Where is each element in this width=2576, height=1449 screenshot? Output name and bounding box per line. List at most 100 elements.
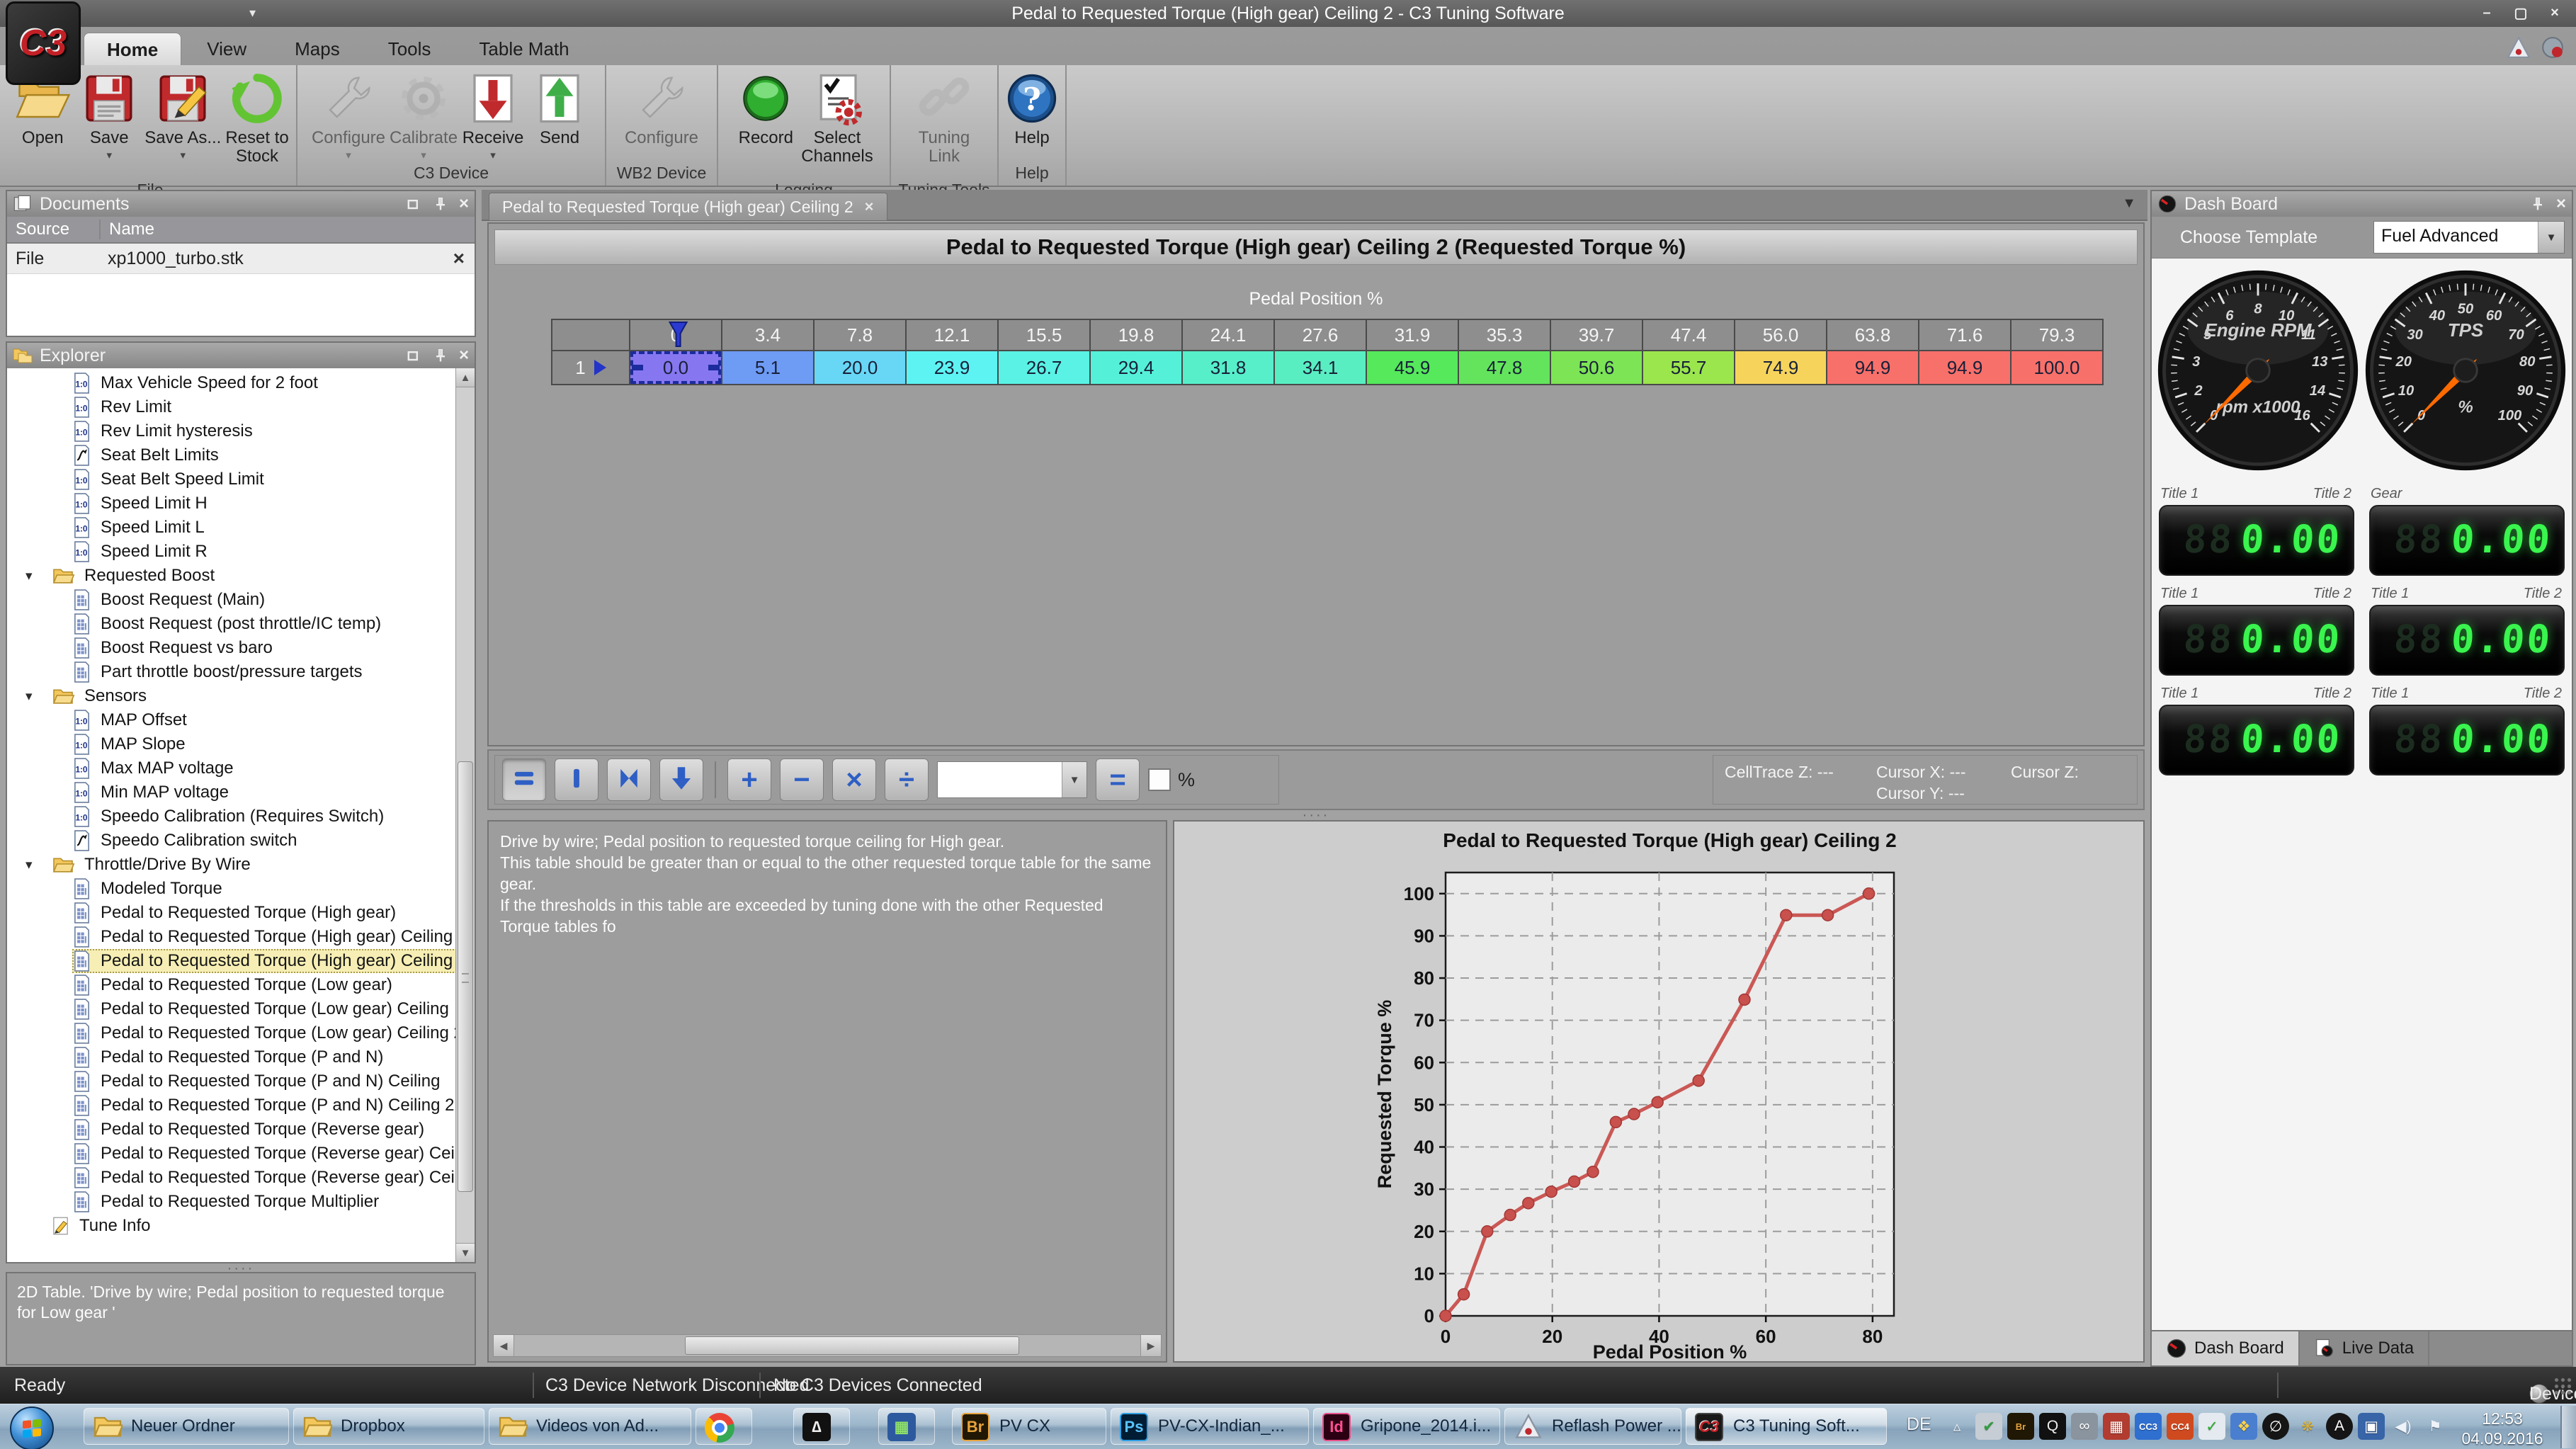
main-splitter[interactable]: ····: [487, 812, 2145, 819]
documents-panel-header[interactable]: Documents ×: [7, 191, 475, 217]
tree-item-min-map-voltage[interactable]: 1:0Min MAP voltage: [72, 780, 239, 805]
chevron-expanded-icon[interactable]: ▾: [25, 688, 51, 705]
save-button[interactable]: Save▾: [78, 67, 140, 179]
table-cell-31.9[interactable]: 45.9: [1367, 350, 1459, 385]
network-tray-icon[interactable]: ▣: [2358, 1413, 2385, 1440]
column-header-19.8[interactable]: 19.8: [1091, 319, 1183, 350]
tree-item-part-throttle-boost-pressure-targets[interactable]: Part throttle boost/pressure targets: [72, 660, 373, 684]
tab-maps[interactable]: Maps: [272, 33, 363, 65]
table-cell-79.3[interactable]: 100.0: [2012, 350, 2104, 385]
fill-down-button[interactable]: [659, 758, 703, 801]
document-row[interactable]: File xp1000_turbo.stk ×: [7, 244, 475, 274]
dashboard-header[interactable]: Dash Board ×: [2152, 191, 2572, 217]
tree-item-speedo-calibration-requires-switch[interactable]: 1:0Speedo Calibration (Requires Switch): [72, 805, 394, 829]
bridge-tray-icon[interactable]: Br: [2007, 1413, 2034, 1440]
tree-item-seat-belt-limits[interactable]: Seat Belt Limits: [72, 443, 229, 467]
tree-item-tune-info[interactable]: Tune Info: [25, 1214, 161, 1238]
close-tab-icon[interactable]: ×: [865, 198, 874, 216]
tree-item-pedal-to-requested-torque-low-gear[interactable]: Pedal to Requested Torque (Low gear): [72, 973, 402, 997]
table-cell-63.8[interactable]: 94.9: [1827, 350, 1919, 385]
reflash-tray-icon[interactable]: ▵: [1944, 1413, 1970, 1440]
name-column-header[interactable]: Name: [101, 220, 154, 239]
column-header-27.6[interactable]: 27.6: [1275, 319, 1367, 350]
column-header-7.8[interactable]: 7.8: [815, 319, 907, 350]
usb-connected-icon[interactable]: ✔: [1975, 1413, 2002, 1440]
tree-item-pedal-to-requested-torque-low-gear-ceiling-2[interactable]: Pedal to Requested Torque (Low gear) Cei…: [72, 1021, 473, 1045]
tree-item-boost-request-post-throttle-ic-temp[interactable]: Boost Request (post throttle/IC temp): [72, 612, 391, 636]
table-cell-19.8[interactable]: 29.4: [1091, 350, 1183, 385]
close-panel-icon[interactable]: ×: [459, 346, 469, 365]
media-tray-icon[interactable]: ❖: [2230, 1413, 2257, 1440]
table-cell-12.1[interactable]: 23.9: [907, 350, 999, 385]
source-column-header[interactable]: Source: [7, 220, 101, 239]
pin-icon[interactable]: [2529, 195, 2546, 212]
taskbar-button-affinity-icon[interactable]: ∆: [793, 1408, 850, 1445]
subtract-button[interactable]: −: [780, 758, 824, 801]
tree-item-seat-belt-speed-limit[interactable]: 1:0Seat Belt Speed Limit: [72, 467, 274, 491]
taskbar-button-videos-von-ad[interactable]: Videos von Ad...: [489, 1408, 691, 1445]
column-header-12.1[interactable]: 12.1: [907, 319, 999, 350]
column-header-15.5[interactable]: 15.5: [999, 319, 1091, 350]
tree-item-speed-limit-h[interactable]: 1:0Speed Limit H: [72, 491, 217, 516]
info-horizontal-scrollbar[interactable]: ◀ ▶: [493, 1334, 1162, 1357]
column-header-56.0[interactable]: 56.0: [1735, 319, 1827, 350]
help-button[interactable]: ?Help: [1001, 67, 1063, 162]
scroll-up-icon[interactable]: ▲: [456, 368, 475, 387]
select-channels-button[interactable]: Select Channels: [801, 67, 873, 179]
pin-icon[interactable]: [432, 347, 449, 364]
column-header-0[interactable]: 0: [630, 319, 722, 350]
close-icon[interactable]: ×: [2541, 4, 2569, 22]
volume-tray-icon[interactable]: ◀): [2390, 1413, 2417, 1440]
row-header[interactable]: 1: [551, 350, 630, 385]
restore-panel-icon[interactable]: [405, 347, 422, 364]
table-cell-0[interactable]: 0.0: [630, 350, 722, 385]
tree-item-requested-boost[interactable]: ▾Requested Boost: [25, 564, 225, 588]
table-cell-35.3[interactable]: 47.8: [1459, 350, 1551, 385]
taskbar-button-reflash-power[interactable]: Reflash Power ...: [1504, 1408, 1681, 1445]
percent-checkbox[interactable]: %: [1148, 768, 1195, 791]
tab-pedal-to-requested-torque[interactable]: Pedal to Requested Torque (High gear) Ce…: [489, 193, 887, 220]
tree-item-max-vehicle-speed-for-2-foot[interactable]: 1:0Max Vehicle Speed for 2 foot: [72, 371, 328, 395]
select-region-button[interactable]: [607, 758, 651, 801]
tree-item-modeled-torque[interactable]: Modeled Torque: [72, 877, 232, 901]
value-combo-box[interactable]: ▼: [937, 761, 1087, 798]
tab-dash-board[interactable]: Dash Board: [2152, 1331, 2300, 1365]
record-button[interactable]: Record: [734, 67, 797, 179]
chevron-expanded-icon[interactable]: ▾: [25, 568, 51, 584]
tree-item-boost-request-main[interactable]: Boost Request (Main): [72, 588, 275, 612]
tree-item-pedal-to-requested-torque-reverse-gear-ceiling[interactable]: Pedal to Requested Torque (Reverse gear)…: [72, 1142, 475, 1166]
pin-icon[interactable]: [432, 195, 449, 212]
table-cell-3.4[interactable]: 5.1: [722, 350, 815, 385]
reset-to-stock-button[interactable]: Reset to Stock: [225, 67, 288, 179]
table-cell-15.5[interactable]: 26.7: [999, 350, 1091, 385]
tree-item-speed-limit-r[interactable]: 1:0Speed Limit R: [72, 540, 217, 564]
save-as-button[interactable]: Save As...▾: [144, 67, 221, 179]
tree-item-throttle-drive-by-wire[interactable]: ▾Throttle/Drive By Wire: [25, 853, 261, 877]
add-button[interactable]: +: [727, 758, 771, 801]
template-select[interactable]: Fuel Advanced ▼: [2373, 221, 2565, 254]
scrollbar-thumb[interactable]: [685, 1336, 1019, 1355]
table-cell-39.7[interactable]: 50.6: [1551, 350, 1643, 385]
tree-item-pedal-to-requested-torque-multiplier[interactable]: Pedal to Requested Torque Multiplier: [72, 1190, 389, 1214]
select-row-button[interactable]: [502, 758, 546, 801]
column-header-79.3[interactable]: 79.3: [2012, 319, 2104, 350]
cc3-tray-icon[interactable]: CC3: [2135, 1413, 2162, 1440]
explorer-panel-header[interactable]: Explorer ×: [7, 343, 475, 368]
tree-item-rev-limit[interactable]: 1:0Rev Limit: [72, 395, 181, 419]
chevron-down-icon[interactable]: ▼: [1062, 762, 1086, 797]
scroll-down-icon[interactable]: ▼: [456, 1243, 475, 1262]
tree-item-pedal-to-requested-torque-p-and-n-ceiling-2[interactable]: Pedal to Requested Torque (P and N) Ceil…: [72, 1093, 464, 1118]
table-cell-7.8[interactable]: 20.0: [815, 350, 907, 385]
table-cell-47.4[interactable]: 55.7: [1643, 350, 1735, 385]
resize-grip-icon[interactable]: [2553, 1377, 2572, 1395]
taskbar-button-remote-desktop-icon[interactable]: ▦: [878, 1408, 935, 1445]
tree-item-pedal-to-requested-torque-high-gear[interactable]: Pedal to Requested Torque (High gear): [72, 901, 406, 925]
tab-table-math[interactable]: Table Math: [456, 33, 591, 65]
tree-item-pedal-to-requested-torque-reverse-gear-ceiling-2[interactable]: Pedal to Requested Torque (Reverse gear)…: [72, 1166, 475, 1190]
tree-item-pedal-to-requested-torque-p-and-n[interactable]: Pedal to Requested Torque (P and N): [72, 1045, 393, 1069]
scroll-right-icon[interactable]: ▶: [1140, 1335, 1161, 1356]
start-button[interactable]: [10, 1407, 54, 1449]
set-equal-button[interactable]: =: [1096, 758, 1140, 801]
tab-view[interactable]: View: [184, 33, 269, 65]
close-panel-icon[interactable]: ×: [459, 194, 469, 214]
